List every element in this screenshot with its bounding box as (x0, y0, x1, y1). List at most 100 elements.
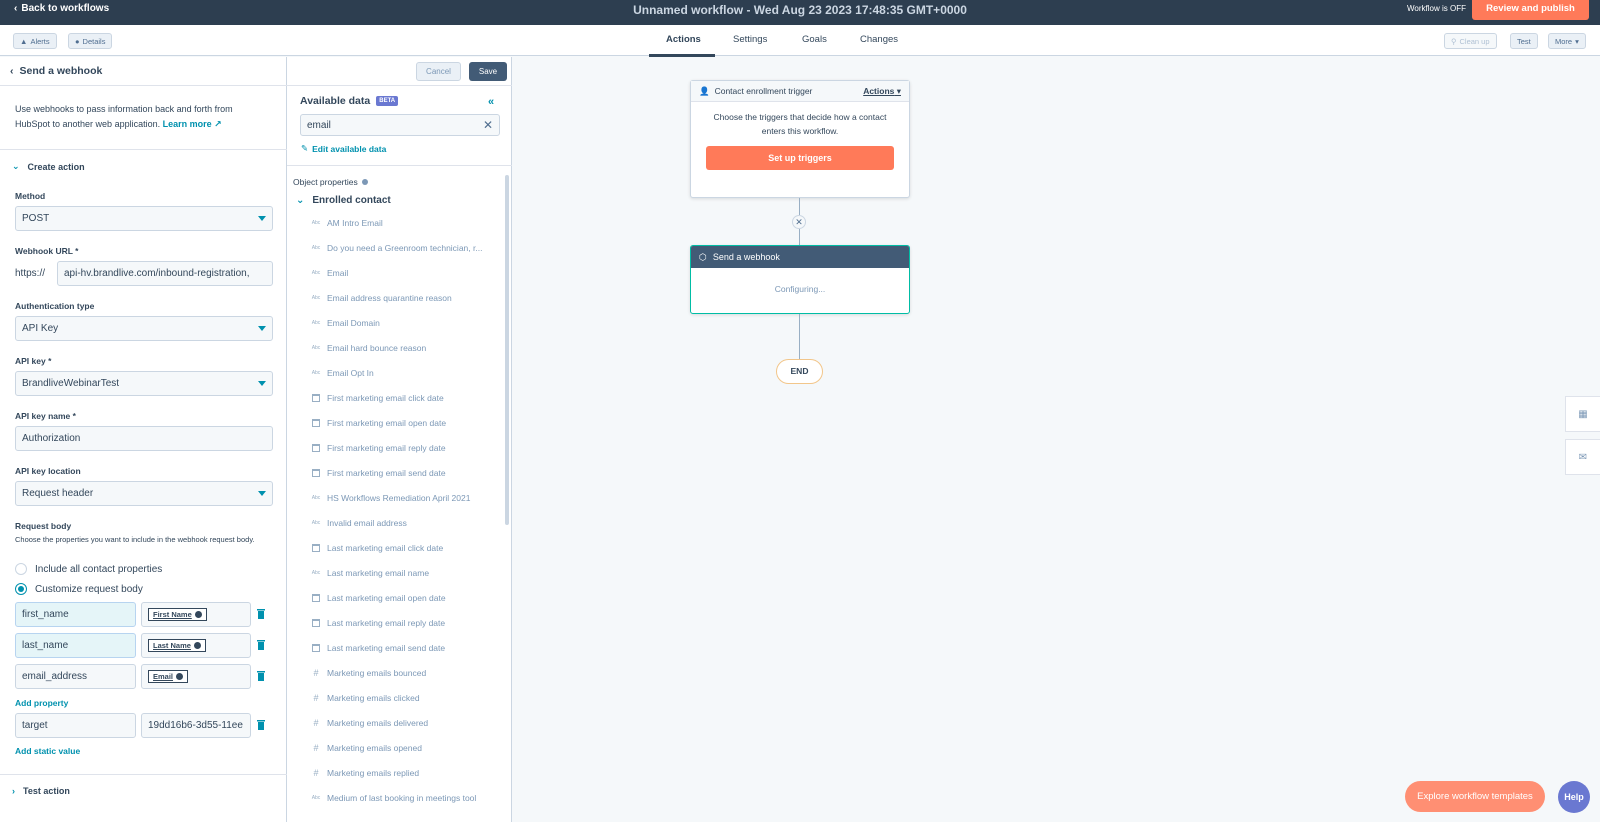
property-item[interactable]: Last marketing email open date (311, 593, 446, 603)
clean-up-button[interactable]: ⚲ Clean up (1444, 33, 1497, 49)
scrollbar[interactable] (505, 175, 509, 525)
create-action-toggle[interactable]: ⌄ Create action (12, 161, 85, 172)
property-item[interactable]: Abc Email hard bounce reason (311, 343, 427, 353)
api-key-select[interactable]: BrandliveWebinarTest (15, 371, 273, 396)
property-item[interactable]: Abc Email address quarantine reason (311, 293, 452, 303)
auth-type-label: Authentication type (15, 301, 95, 311)
auth-type-select[interactable]: API Key (15, 316, 273, 341)
property-item[interactable]: # Marketing emails replied (311, 768, 419, 778)
collapse-icon[interactable]: « (488, 96, 494, 108)
method-label: Method (15, 191, 46, 201)
radio-customize[interactable]: Customize request body (15, 583, 143, 595)
property-item[interactable]: Last marketing email send date (311, 643, 445, 653)
connector-line (799, 198, 800, 215)
body-key-input[interactable]: first_name (15, 602, 136, 627)
property-item[interactable]: # Marketing emails bounced (311, 668, 426, 678)
trash-icon[interactable] (256, 639, 266, 651)
property-item[interactable]: Abc Last marketing email name (311, 568, 429, 578)
body-key-input[interactable]: last_name (15, 633, 136, 658)
property-item[interactable]: # Marketing emails clicked (311, 693, 419, 703)
learn-more-link[interactable]: Learn more (163, 119, 212, 129)
request-body-note: Choose the properties you want to includ… (15, 535, 255, 544)
details-button[interactable]: ● Details (68, 33, 113, 49)
body-value-input[interactable]: Last Name (141, 633, 251, 658)
tab-actions[interactable]: Actions (666, 34, 701, 45)
edit-available-data-link[interactable]: ✎ Edit available data (301, 143, 386, 154)
property-item[interactable]: Abc Email Domain (311, 318, 380, 328)
clear-icon[interactable]: ✕ (483, 118, 493, 132)
property-item[interactable]: Abc Medium of last booking in meetings to… (311, 793, 477, 803)
help-button[interactable]: Help (1558, 781, 1590, 813)
property-item[interactable]: Abc Email Opt In (311, 368, 374, 378)
test-action-label: Test action (23, 786, 70, 796)
property-item[interactable]: Abc Do you need a Greenroom technician, r… (311, 243, 483, 253)
property-token[interactable]: Last Name (148, 639, 206, 652)
property-label: Email Domain (327, 318, 380, 328)
comment-icon[interactable]: ✉ (1565, 439, 1600, 475)
static-value-input[interactable]: 19dd16b6-3d55-11ee (141, 713, 251, 738)
save-button[interactable]: Save (469, 62, 507, 81)
property-item[interactable]: First marketing email send date (311, 468, 446, 478)
body-value-input[interactable]: First Name (141, 602, 251, 627)
caret-down-icon: ▾ (1575, 36, 1579, 46)
property-item[interactable]: Abc HS Workflows Remediation April 2021 (311, 493, 471, 503)
property-item[interactable]: Last marketing email click date (311, 543, 443, 553)
send-webhook-action-card[interactable]: ⬡ Send a webhook Configuring... (690, 245, 910, 314)
url-prefix: https:// (15, 268, 46, 279)
set-up-triggers-button[interactable]: Set up triggers (706, 146, 894, 170)
radio-button-selected[interactable] (15, 583, 27, 595)
webhook-url-input[interactable]: api-hv.brandlive.com/inbound-registratio… (57, 261, 273, 286)
property-label: Last marketing email reply date (327, 618, 446, 628)
explore-templates-button[interactable]: Explore workflow templates (1405, 781, 1545, 812)
radio-include-all[interactable]: Include all contact properties (15, 563, 162, 575)
trash-icon[interactable] (256, 670, 266, 682)
method-select[interactable]: POST (15, 206, 273, 231)
tab-goals[interactable]: Goals (802, 34, 827, 45)
search-value: email (307, 119, 331, 131)
test-button[interactable]: Test (1510, 33, 1538, 49)
property-item[interactable]: Abc Email (311, 268, 349, 278)
test-action-toggle[interactable]: › Test action (12, 786, 70, 796)
property-label: Medium of last booking in meetings tool (327, 793, 477, 803)
property-token[interactable]: First Name (148, 608, 207, 621)
review-and-publish-button[interactable]: Review and publish (1472, 0, 1589, 20)
body-key-input[interactable]: email_address (15, 664, 136, 689)
search-input[interactable]: email ✕ (300, 114, 500, 136)
grid-icon[interactable]: ▦ (1565, 396, 1600, 432)
property-token[interactable]: Email (148, 670, 189, 683)
cancel-button[interactable]: Cancel (416, 62, 461, 81)
tab-settings[interactable]: Settings (733, 34, 767, 45)
add-property-link[interactable]: Add property (15, 698, 68, 708)
property-item[interactable]: # Marketing emails opened (311, 743, 422, 753)
delete-connector-icon[interactable]: ✕ (792, 215, 806, 229)
property-item[interactable]: First marketing email reply date (311, 443, 446, 453)
add-static-value-link[interactable]: Add static value (15, 746, 80, 756)
enrollment-trigger-card[interactable]: 👤 Contact enrollment trigger Actions ▾ C… (690, 80, 910, 198)
body-value-input[interactable]: Email (141, 664, 251, 689)
static-key-input[interactable]: target (15, 713, 136, 738)
number-icon: # (313, 743, 319, 753)
property-item[interactable]: Abc AM Intro Email (311, 218, 383, 228)
trigger-actions-menu[interactable]: Actions ▾ (863, 86, 901, 97)
api-key-location-select[interactable]: Request header (15, 481, 273, 506)
property-label: AM Intro Email (327, 218, 383, 228)
workflow-title[interactable]: Unnamed workflow - Wed Aug 23 2023 17:48… (0, 3, 1600, 17)
workflow-canvas[interactable] (512, 57, 1600, 822)
property-item[interactable]: First marketing email open date (311, 418, 446, 428)
property-item[interactable]: Last marketing email reply date (311, 618, 445, 628)
trash-icon[interactable] (256, 608, 266, 620)
property-item[interactable]: Abc Invalid email address (311, 518, 407, 528)
panel-title[interactable]: ‹ Send a webhook (10, 65, 102, 77)
enrolled-contact-toggle[interactable]: ⌄ Enrolled contact (296, 195, 391, 206)
trash-icon[interactable] (256, 719, 266, 731)
property-item[interactable]: # Marketing emails delivered (311, 718, 428, 728)
trigger-title: 👤 Contact enrollment trigger (699, 86, 812, 97)
text-icon: Abc (311, 370, 321, 376)
radio-button[interactable] (15, 563, 27, 575)
api-key-name-input[interactable]: Authorization (15, 426, 273, 451)
more-button[interactable]: More ▾ (1548, 33, 1586, 49)
property-item[interactable]: First marketing email click date (311, 393, 444, 403)
radio-include-all-label: Include all contact properties (35, 563, 163, 575)
alerts-button[interactable]: ▲ Alerts (13, 33, 57, 49)
tab-changes[interactable]: Changes (860, 34, 898, 45)
